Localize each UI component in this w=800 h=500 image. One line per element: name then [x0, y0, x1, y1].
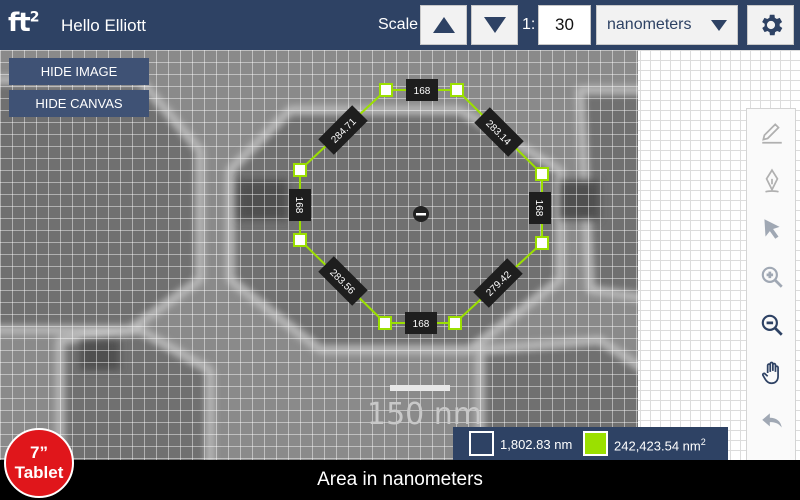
- minus-icon: [416, 213, 426, 216]
- settings-button[interactable]: [747, 5, 794, 45]
- arrow-up-icon: [432, 17, 455, 33]
- vertex-handle[interactable]: [293, 163, 307, 177]
- svg-text:168: 168: [533, 200, 544, 217]
- pan-tool[interactable]: [747, 351, 797, 395]
- pen-tool[interactable]: [747, 159, 797, 203]
- chevron-down-icon: [711, 20, 727, 31]
- center-handle[interactable]: [413, 206, 429, 222]
- svg-text:168: 168: [413, 319, 430, 330]
- undo-tool[interactable]: [747, 399, 797, 443]
- drawing-canvas[interactable]: 150 nm HIDE IMAGE HIDE CANVAS 168 168 16…: [0, 50, 800, 460]
- scale-input[interactable]: [538, 5, 591, 45]
- device-badge: 7” Tablet: [4, 428, 74, 498]
- measurement-shape[interactable]: 168 168 168 168 284.71 283.14 283.56 279…: [0, 50, 638, 460]
- tool-palette: [746, 108, 796, 460]
- scale-label: Scale: [378, 16, 419, 33]
- undo-icon: [762, 413, 782, 428]
- unit-selected-label: nanometers: [607, 16, 692, 33]
- redo-tool[interactable]: [747, 447, 797, 460]
- ratio-label: 1:: [522, 16, 536, 33]
- area-swatch: [583, 431, 608, 456]
- select-tool[interactable]: [747, 207, 797, 251]
- unit-select[interactable]: nanometers: [596, 5, 738, 45]
- vertex-handle[interactable]: [450, 83, 464, 97]
- pencil-icon: [762, 123, 782, 144]
- vertex-handle[interactable]: [535, 236, 549, 250]
- gear-icon: [761, 14, 782, 36]
- app-logo: ft2: [8, 8, 39, 38]
- scale-up-button[interactable]: [420, 5, 467, 45]
- arrow-down-icon: [483, 17, 506, 33]
- zoom-out-icon: [761, 314, 783, 336]
- hand-icon: [762, 361, 779, 385]
- status-bar: Area in nanometers: [0, 460, 800, 500]
- vertex-handle[interactable]: [378, 316, 392, 330]
- scale-down-button[interactable]: [471, 5, 518, 45]
- segment-label-left: 168: [289, 189, 311, 221]
- vertex-handle[interactable]: [448, 316, 462, 330]
- pen-nib-icon: [765, 168, 779, 193]
- segment-label-top: 168: [406, 79, 438, 101]
- perimeter-swatch: [469, 431, 494, 456]
- pencil-tool[interactable]: [747, 111, 797, 155]
- user-greeting: Hello Elliott: [61, 16, 147, 35]
- svg-text:168: 168: [293, 197, 304, 214]
- perimeter-value: 1,802.83 nm: [500, 437, 573, 452]
- svg-text:168: 168: [414, 86, 431, 97]
- zoom-in-tool[interactable]: [747, 255, 797, 299]
- segment-label-right: 168: [529, 192, 551, 224]
- segment-label-bottom: 168: [405, 312, 437, 334]
- top-bar: ft2 Hello Elliott Scale 1: nanometers: [0, 0, 800, 50]
- pointer-icon: [764, 219, 780, 239]
- zoom-in-icon: [761, 266, 783, 288]
- measurement-legend: 1,802.83 nm 242,423.54 nm2: [453, 427, 728, 460]
- zoom-out-tool[interactable]: [747, 303, 797, 347]
- vertex-handle[interactable]: [379, 83, 393, 97]
- vertex-handle[interactable]: [293, 233, 307, 247]
- vertex-handle[interactable]: [535, 167, 549, 181]
- area-value: 242,423.54 nm2: [614, 437, 706, 454]
